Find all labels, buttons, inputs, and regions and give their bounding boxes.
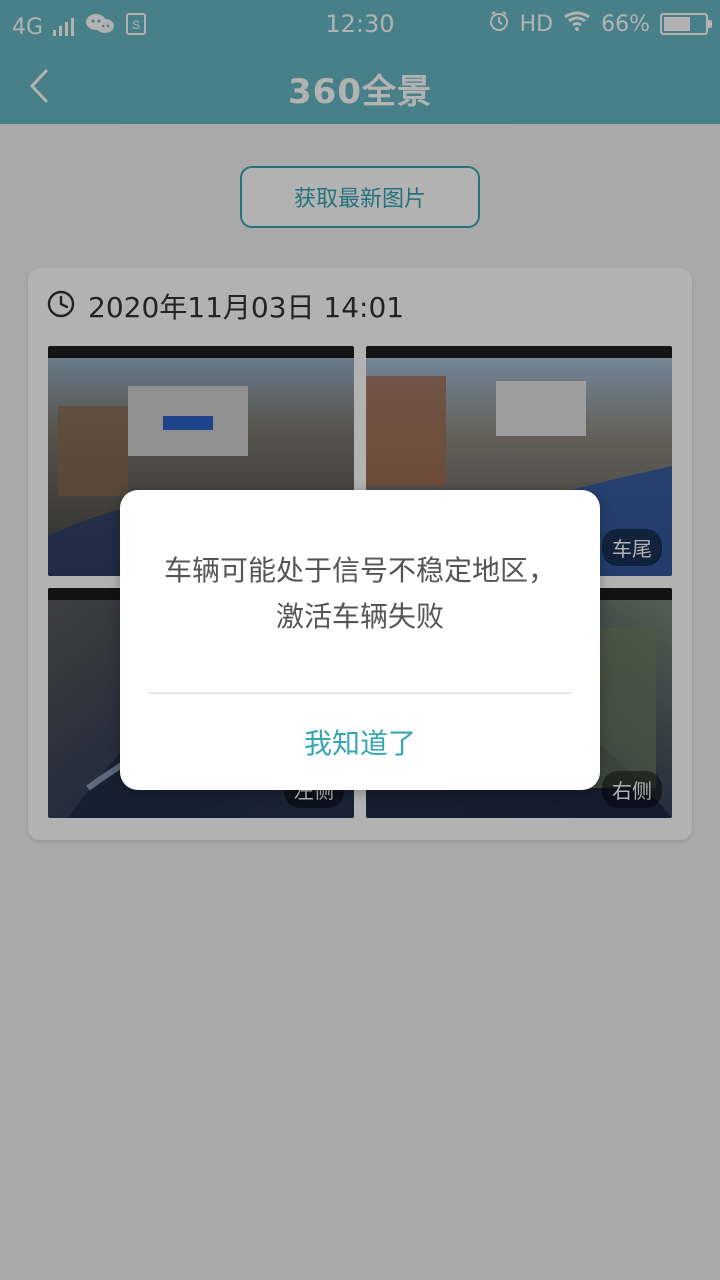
error-dialog: 车辆可能处于信号不稳定地区，激活车辆失败 我知道了 (120, 490, 600, 790)
dialog-ok-button[interactable]: 我知道了 (120, 722, 600, 762)
dialog-message: 车辆可能处于信号不稳定地区，激活车辆失败 (163, 554, 556, 633)
dialog-divider (148, 692, 572, 694)
app-screen: 4G S 12:30 HD 66% 360全景 获取最新图片 2020年11月0… (0, 0, 720, 1280)
